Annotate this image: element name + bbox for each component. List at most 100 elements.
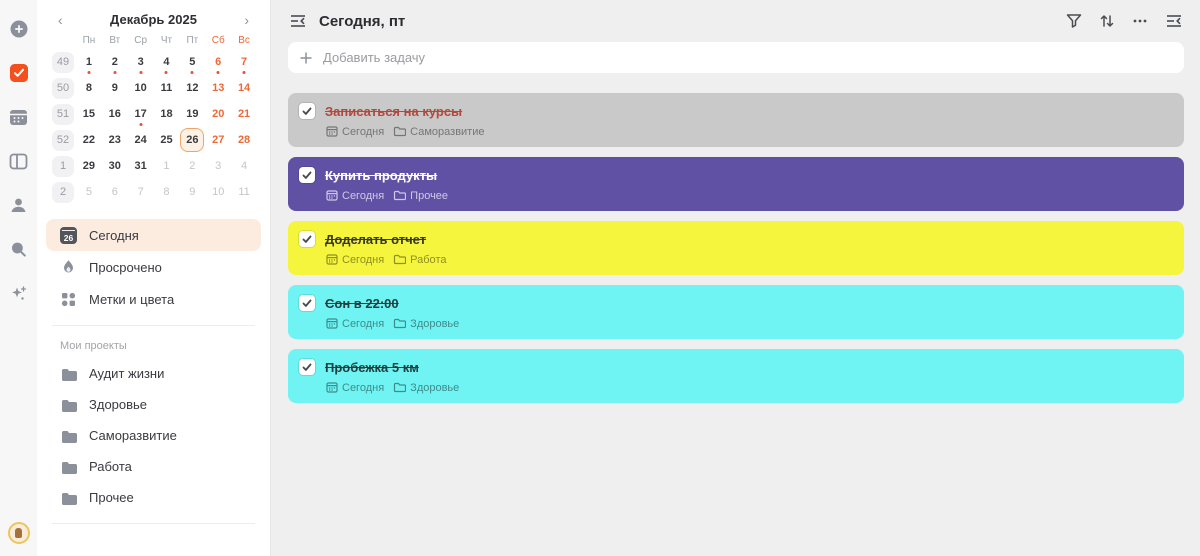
calendar-prev-icon[interactable]: ‹: [56, 13, 65, 27]
task-checkbox[interactable]: [299, 103, 315, 119]
sidebar-project-health[interactable]: Здоровье: [46, 389, 261, 420]
calendar-day[interactable]: 3: [129, 50, 153, 74]
search-icon[interactable]: [9, 239, 29, 259]
add-circle-icon[interactable]: [9, 19, 29, 39]
filter-icon[interactable]: [1065, 12, 1083, 30]
calendar-day[interactable]: 20: [206, 102, 230, 126]
folder-icon: [60, 365, 77, 382]
task-project: Здоровье: [393, 317, 459, 330]
calendar-day[interactable]: 8: [77, 76, 101, 100]
task-card[interactable]: Сон в 22:00 Сегодня Здоровье: [288, 285, 1184, 339]
more-icon[interactable]: [1131, 12, 1149, 30]
calendar-day[interactable]: 11: [232, 180, 256, 204]
add-task-input[interactable]: [323, 50, 1173, 65]
task-date: Сегодня: [326, 253, 384, 266]
calendar-next-icon[interactable]: ›: [242, 13, 251, 27]
sidebar-project-work[interactable]: Работа: [46, 451, 261, 482]
calendar-day[interactable]: 31: [129, 154, 153, 178]
sidebar-project-selfdev[interactable]: Саморазвитие: [46, 420, 261, 451]
calendar-day[interactable]: 3: [206, 154, 230, 178]
calendar-day[interactable]: 7: [232, 50, 256, 74]
divider: [52, 523, 255, 524]
calendar-day[interactable]: 1: [77, 50, 101, 74]
add-task-bar[interactable]: [288, 42, 1184, 73]
task-checkbox[interactable]: [299, 231, 315, 247]
contacts-icon[interactable]: [9, 195, 29, 215]
kanban-board-icon[interactable]: [9, 151, 29, 171]
task-checkbox[interactable]: [299, 359, 315, 375]
calendar-day[interactable]: 10: [206, 180, 230, 204]
calendar-day[interactable]: 21: [232, 102, 256, 126]
calendar-day[interactable]: 5: [180, 50, 204, 74]
calendar-day[interactable]: 19: [180, 102, 204, 126]
calendar-day[interactable]: 23: [103, 128, 127, 152]
sidebar-project-misc[interactable]: Прочее: [46, 482, 261, 513]
task-meta: Сегодня Саморазвитие: [326, 125, 1170, 138]
task-meta: Сегодня Работа: [326, 253, 1170, 266]
calendar-day[interactable]: 11: [154, 76, 178, 100]
sidebar-item-overdue[interactable]: Просрочено: [46, 251, 261, 283]
calendar-day[interactable]: 2: [103, 50, 127, 74]
task-project: Здоровье: [393, 381, 459, 394]
task-checkbox[interactable]: [299, 167, 315, 183]
calendar-icon[interactable]: [9, 107, 29, 127]
task-card[interactable]: Записаться на курсы Сегодня Саморазвитие: [288, 93, 1184, 147]
calendar-day[interactable]: 8: [154, 180, 178, 204]
sort-icon[interactable]: [1098, 12, 1116, 30]
calendar-day[interactable]: 22: [77, 128, 101, 152]
task-checkbox[interactable]: [299, 295, 315, 311]
panel-collapse-icon[interactable]: [1164, 11, 1184, 31]
sidebar-item-tags-colors[interactable]: Метки и цвета: [46, 283, 261, 315]
weekday-label: Пт: [186, 34, 199, 46]
user-avatar[interactable]: [7, 522, 30, 544]
calendar-day[interactable]: 6: [103, 180, 127, 204]
left-icon-rail: [0, 0, 37, 556]
calendar-day[interactable]: 25: [154, 128, 178, 152]
calendar-day[interactable]: 17: [129, 102, 153, 126]
folder-icon: [394, 254, 407, 265]
sidebar-item-today[interactable]: 26 Сегодня: [46, 219, 261, 251]
project-label: Работа: [89, 459, 132, 474]
calendar-day[interactable]: 28: [232, 128, 256, 152]
calendar-day[interactable]: 2: [180, 154, 204, 178]
flame-icon: [60, 259, 77, 276]
sidebar-toggle-icon[interactable]: [288, 11, 308, 31]
task-date: Сегодня: [326, 125, 384, 138]
today-calendar-icon: 26: [60, 226, 77, 244]
week-number: 2: [52, 181, 74, 203]
ai-sparkles-icon[interactable]: [9, 283, 29, 303]
calendar-day[interactable]: 10: [129, 76, 153, 100]
calendar-day[interactable]: 16: [103, 102, 127, 126]
calendar-day[interactable]: 9: [180, 180, 204, 204]
calendar-icon: [326, 382, 338, 393]
task-project: Саморазвитие: [393, 125, 484, 138]
calendar-day[interactable]: 4: [232, 154, 256, 178]
calendar-day[interactable]: 27: [206, 128, 230, 152]
calendar-day[interactable]: 1: [154, 154, 178, 178]
sidebar-project-audit[interactable]: Аудит жизни: [46, 358, 261, 389]
calendar-day[interactable]: 15: [77, 102, 101, 126]
folder-icon: [60, 427, 77, 444]
task-card[interactable]: Пробежка 5 км Сегодня Здоровье: [288, 349, 1184, 403]
calendar-day[interactable]: 7: [129, 180, 153, 204]
calendar-day[interactable]: 14: [232, 76, 256, 100]
task-title: Сон в 22:00: [325, 295, 399, 311]
calendar-day[interactable]: 26: [180, 128, 205, 152]
tasks-check-icon[interactable]: [9, 63, 29, 83]
calendar-day[interactable]: 13: [206, 76, 230, 100]
calendar-day[interactable]: 9: [103, 76, 127, 100]
calendar-day[interactable]: 18: [154, 102, 178, 126]
calendar-day[interactable]: 6: [206, 50, 230, 74]
calendar-day[interactable]: 29: [77, 154, 101, 178]
weekday-label: Ср: [134, 34, 148, 46]
calendar-day[interactable]: 5: [77, 180, 101, 204]
task-card[interactable]: Купить продукты Сегодня Прочее: [288, 157, 1184, 211]
task-title: Купить продукты: [325, 167, 438, 183]
task-card[interactable]: Доделать отчет Сегодня Работа: [288, 221, 1184, 275]
calendar-day[interactable]: 4: [154, 50, 178, 74]
calendar-day[interactable]: 12: [180, 76, 204, 100]
calendar-day[interactable]: 24: [129, 128, 153, 152]
sidebar-item-label: Сегодня: [89, 227, 139, 243]
calendar-day[interactable]: 30: [103, 154, 127, 178]
weekday-label: Вс: [238, 34, 250, 46]
